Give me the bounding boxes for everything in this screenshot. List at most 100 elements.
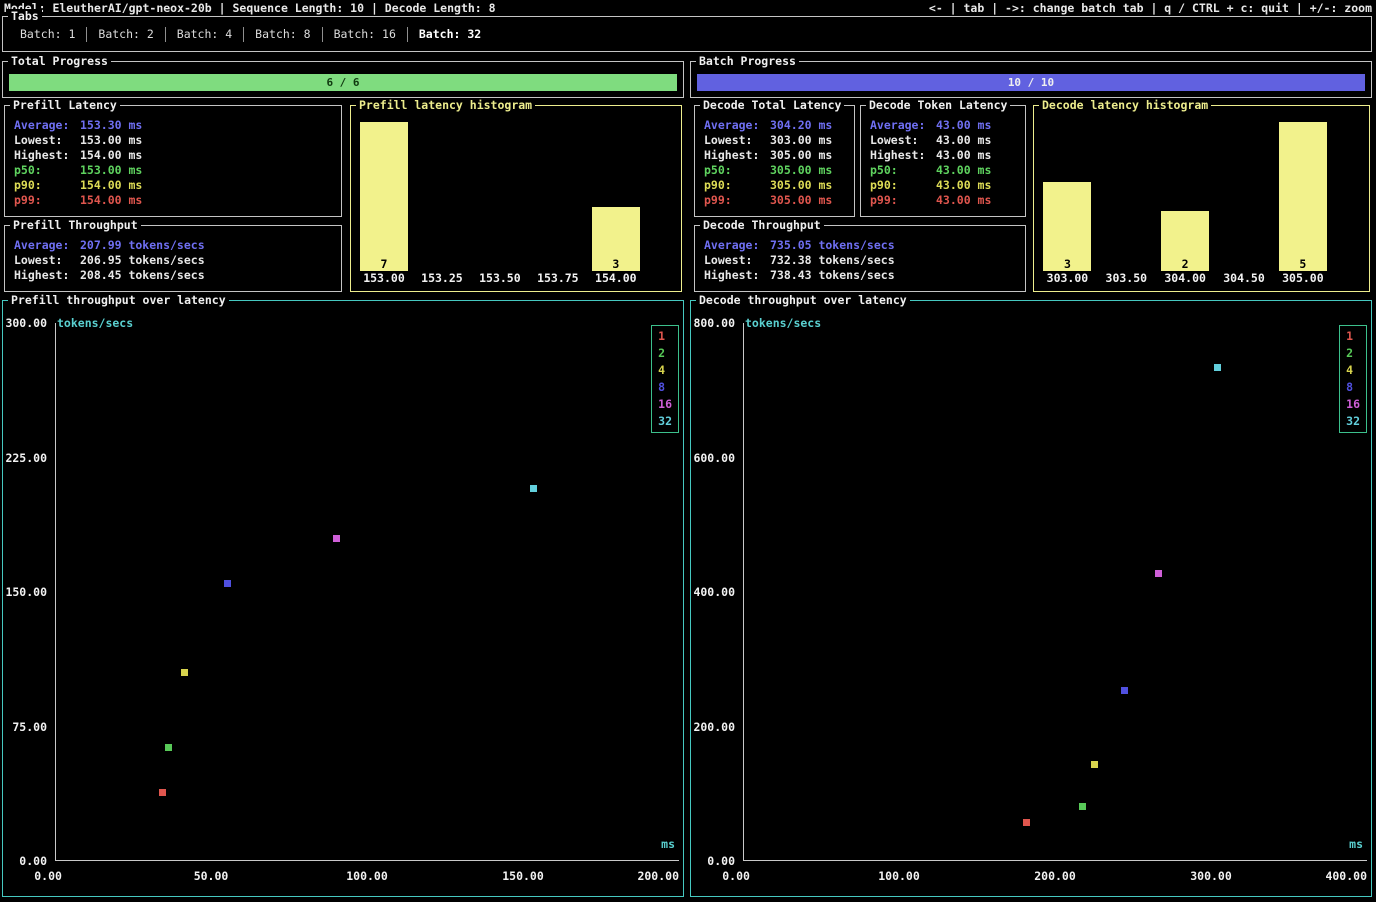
stat-row-lowest: Lowest:43.00 ms — [870, 133, 1021, 148]
stat-row-highest: Highest:43.00 ms — [870, 148, 1021, 163]
stat-label: p90: — [14, 178, 80, 193]
histogram-column: 304.50 — [1215, 122, 1274, 286]
stat-value: 154.00 ms — [80, 178, 142, 193]
histogram-column: 2304.00 — [1156, 122, 1215, 286]
histogram-column: 153.75 — [529, 122, 587, 286]
tabs-row: Batch: 1 Batch: 2 Batch: 4 Batch: 8 Batc… — [3, 17, 1371, 51]
decode-token-latency-body: Average:43.00 ms Lowest:43.00 ms Highest… — [870, 118, 1021, 208]
scatter-point-batch-2 — [1079, 803, 1086, 810]
stat-label: Average: — [870, 118, 936, 133]
scatter-point-batch-8 — [1121, 687, 1128, 694]
stat-value: 43.00 ms — [936, 133, 991, 148]
stat-row-average: Average:735.05 tokens/secs — [704, 238, 1021, 253]
y-axis-tick: 75.00 — [12, 720, 47, 734]
y-axis-tick: 150.00 — [5, 585, 47, 599]
x-axis-unit-label: ms — [661, 837, 675, 851]
prefill-throughput-body: Average:207.99 tokens/secs Lowest:206.95… — [14, 238, 337, 283]
scatter-point-batch-1 — [159, 789, 166, 796]
stat-row-lowest: Lowest:303.00 ms — [704, 133, 850, 148]
prefill-latency-body: Average:153.30 ms Lowest:153.00 ms Highe… — [14, 118, 337, 208]
stat-value: 153.00 ms — [80, 163, 142, 178]
batch-size-legend: 12481632 — [651, 325, 679, 433]
stat-label: p90: — [870, 178, 936, 193]
tab-batch-4[interactable]: Batch: 4 — [166, 27, 244, 42]
histogram-x-tick: 154.00 — [587, 271, 645, 286]
histogram-x-tick: 153.75 — [529, 271, 587, 286]
x-axis-tick: 200.00 — [637, 869, 679, 884]
x-axis-unit-label: ms — [1349, 837, 1363, 851]
decode-scatter-box: Decode throughput over latency tokens/se… — [690, 300, 1372, 897]
histogram-bar-count: 7 — [381, 257, 388, 271]
stat-label: p99: — [870, 193, 936, 208]
x-axis-ticks: 0.0050.00100.00150.00200.00 — [55, 869, 679, 884]
histogram-column: 153.25 — [413, 122, 471, 286]
decode-scatter-plot-area — [743, 323, 1367, 861]
batch-progress-value: 10 / 10 — [1008, 76, 1054, 89]
prefill-histogram-title: Prefill latency histogram — [356, 98, 535, 113]
histogram-x-tick: 303.50 — [1097, 271, 1156, 286]
x-axis-tick: 200.00 — [1034, 869, 1076, 884]
stat-value: 304.20 ms — [770, 118, 832, 133]
histogram-x-tick: 153.00 — [355, 271, 413, 286]
histogram-bar-count: 3 — [612, 257, 619, 271]
histogram-x-tick: 303.00 — [1038, 271, 1097, 286]
histogram-bar: 3 — [1043, 182, 1091, 271]
y-axis-tick: 800.00 — [693, 316, 735, 330]
prefill-latency-panel: Prefill Latency Average:153.30 ms Lowest… — [4, 105, 342, 217]
legend-item-batch-4: 4 — [1346, 362, 1360, 379]
prefill-histogram-plot: 7153.00153.25153.50153.75 3154.00 — [355, 122, 677, 286]
decode-token-latency-panel: Decode Token Latency Average:43.00 ms Lo… — [860, 105, 1026, 217]
tab-batch-32[interactable]: Batch: 32 — [408, 27, 492, 42]
tab-batch-16[interactable]: Batch: 16 — [323, 27, 408, 42]
y-axis-tick: 300.00 — [5, 316, 47, 330]
x-axis-tick: 100.00 — [878, 869, 920, 884]
stat-value: 153.00 ms — [80, 133, 142, 148]
scatter-point-batch-32 — [1214, 364, 1221, 371]
stat-label: Lowest: — [704, 133, 770, 148]
stat-label: Average: — [704, 238, 770, 253]
top-bar: Model: EleutherAI/gpt-neox-20b | Sequenc… — [4, 0, 1372, 16]
prefill-scatter-title: Prefill throughput over latency — [8, 293, 229, 308]
tab-batch-8[interactable]: Batch: 8 — [244, 27, 322, 42]
y-axis-tick: 0.00 — [707, 854, 735, 868]
stat-row-p50: p50:153.00 ms — [14, 163, 337, 178]
prefill-latency-histogram-box: Prefill latency histogram 7153.00153.251… — [350, 105, 682, 292]
stat-label: Highest: — [704, 268, 770, 283]
stat-value: 738.43 tokens/secs — [770, 268, 895, 283]
scatter-point-batch-16 — [333, 535, 340, 542]
tab-batch-1[interactable]: Batch: 1 — [9, 27, 87, 42]
stat-value: 154.00 ms — [80, 148, 142, 163]
scatter-point-batch-32 — [530, 485, 537, 492]
histogram-x-tick: 153.50 — [471, 271, 529, 286]
x-axis-tick: 0.00 — [722, 869, 750, 884]
stat-label: Lowest: — [14, 253, 80, 268]
tab-batch-2[interactable]: Batch: 2 — [87, 27, 165, 42]
stat-label: p50: — [704, 163, 770, 178]
y-axis-tick: 200.00 — [693, 720, 735, 734]
stat-value: 305.00 ms — [770, 163, 832, 178]
stat-label: p99: — [704, 193, 770, 208]
histogram-column: 153.50 — [471, 122, 529, 286]
stat-value: 208.45 tokens/secs — [80, 268, 205, 283]
stat-value: 43.00 ms — [936, 193, 991, 208]
tabs-box: Tabs Batch: 1 Batch: 2 Batch: 4 Batch: 8… — [2, 16, 1372, 52]
stat-label: p90: — [704, 178, 770, 193]
stat-value: 305.00 ms — [770, 148, 832, 163]
tabs-box-title: Tabs — [8, 9, 42, 24]
y-axis-ticks: 300.00225.00150.0075.000.00 — [3, 323, 49, 861]
stat-label: Highest: — [14, 268, 80, 283]
scatter-point-batch-2 — [165, 744, 172, 751]
histogram-bar: 3 — [592, 207, 640, 271]
prefill-latency-title: Prefill Latency — [10, 98, 120, 113]
stat-label: p99: — [14, 193, 80, 208]
stat-label: Highest: — [870, 148, 936, 163]
x-axis-ticks: 0.00100.00200.00300.00400.00 — [743, 869, 1367, 884]
stat-value: 305.00 ms — [770, 193, 832, 208]
decode-histogram-plot: 3303.00303.502304.00304.505305.00 — [1038, 122, 1365, 286]
legend-item-batch-32: 32 — [658, 413, 672, 430]
legend-item-batch-2: 2 — [1346, 345, 1360, 362]
legend-item-batch-8: 8 — [658, 379, 672, 396]
benchmark-tui: Model: EleutherAI/gpt-neox-20b | Sequenc… — [0, 0, 1376, 902]
decode-total-latency-title: Decode Total Latency — [700, 98, 844, 113]
histogram-x-tick: 304.00 — [1156, 271, 1215, 286]
